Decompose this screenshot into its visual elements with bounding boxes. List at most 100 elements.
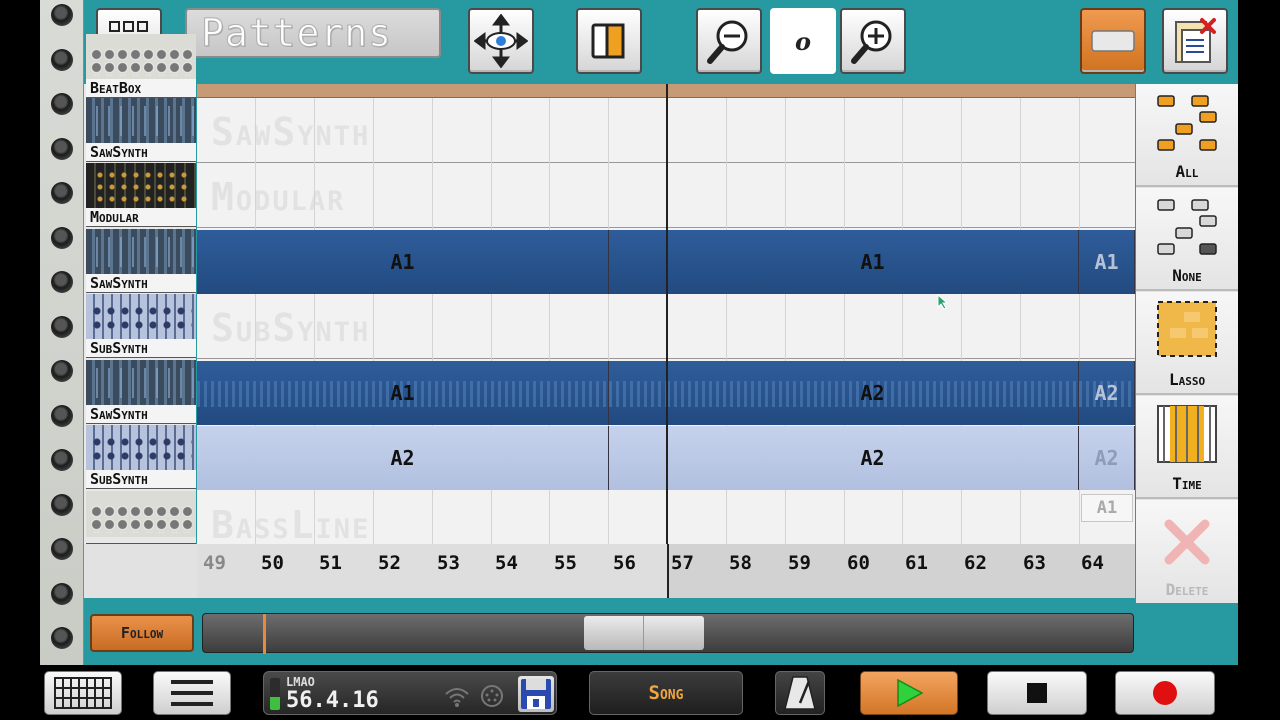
track-label: SawSynth: [86, 274, 196, 292]
move-view-button[interactable]: [468, 8, 534, 74]
sequencer-frame: Patterns o BeatBox SawSynth Modular SawS…: [84, 0, 1238, 665]
binder-ring: [51, 271, 73, 293]
clipboard-button[interactable]: [1162, 8, 1228, 74]
binder-strip: [40, 0, 84, 665]
mouse-cursor-icon: [937, 294, 949, 310]
record-button[interactable]: [1115, 671, 1215, 715]
bar-ruler[interactable]: 49 50 51 52 53 54 55 56 57 58 59 60 61 6…: [197, 544, 1135, 598]
bar-number: 51: [319, 552, 342, 574]
ruler-spacer: [84, 544, 197, 598]
clip-a2[interactable]: A2: [197, 426, 609, 490]
binder-ring: [51, 182, 73, 204]
bar-number: 52: [378, 552, 401, 574]
menu-button[interactable]: [153, 671, 231, 715]
binder-ring: [51, 226, 73, 249]
track-header-sawsynth-2[interactable]: SawSynth: [86, 229, 196, 293]
clip-label: A2: [860, 446, 885, 470]
track-label: Modular: [86, 208, 196, 226]
clip-a2[interactable]: A2: [1079, 426, 1135, 490]
stop-button[interactable]: [987, 671, 1087, 715]
tool-label: Time: [1172, 474, 1202, 493]
page-title: Patterns: [185, 8, 441, 58]
clip-label: A1: [390, 250, 415, 274]
clip-label: A2: [860, 381, 885, 405]
clip-a1[interactable]: A1: [1079, 230, 1135, 294]
scroll-thumb[interactable]: [584, 616, 704, 650]
clip-a1-tail[interactable]: [609, 230, 667, 294]
bar-number: 60: [847, 552, 870, 574]
binder-ring: [51, 582, 73, 605]
play-icon: [897, 678, 924, 708]
lane-watermark: Modular: [211, 175, 346, 219]
zoom-in-button[interactable]: [840, 8, 906, 74]
time-tool[interactable]: Time: [1136, 396, 1238, 499]
clip-a2[interactable]: A2: [667, 361, 1079, 425]
bar-number: 63: [1023, 552, 1046, 574]
tool-label: Delete: [1165, 580, 1209, 599]
clip-label: A2: [1094, 381, 1119, 405]
clip-a1[interactable]: A1: [197, 361, 609, 425]
clip-view-button[interactable]: [576, 8, 642, 74]
hamburger-icon: [171, 680, 213, 706]
track-header-bassline[interactable]: [86, 491, 196, 544]
device-thumbnail: [86, 425, 196, 471]
clip-label: A1: [1096, 498, 1118, 518]
tool-label: None: [1172, 266, 1202, 285]
binder-ring: [51, 493, 73, 516]
select-none-icon: [1157, 199, 1217, 255]
project-name: LMAO: [286, 675, 315, 689]
track-header-subsynth-1[interactable]: SubSynth: [86, 294, 196, 358]
metronome-button[interactable]: [775, 671, 825, 715]
follow-button[interactable]: Follow: [90, 614, 194, 652]
bar-number: 61: [905, 552, 928, 574]
midi-icon: [481, 685, 503, 707]
delete-tool[interactable]: Delete: [1136, 500, 1238, 603]
zoom-in-icon: [851, 20, 892, 64]
clip-label: A2: [1094, 446, 1119, 470]
clip-a2-tail[interactable]: [609, 426, 667, 490]
clip-a2[interactable]: A2: [667, 426, 1079, 490]
track-list: BeatBox SawSynth Modular SawSynth SubSyn…: [84, 34, 196, 544]
save-button[interactable]: [518, 676, 554, 712]
song-scrollbar[interactable]: [202, 613, 1134, 654]
song-mode-button[interactable]: Song: [589, 671, 743, 715]
clip-a2[interactable]: A2: [1079, 361, 1135, 425]
toggle-panel-button[interactable]: [1080, 8, 1146, 74]
lane-watermark: SawSynth: [211, 110, 371, 154]
track-label: SubSynth: [86, 470, 196, 488]
binder-ring: [51, 449, 73, 471]
move-eye-icon: [474, 14, 528, 68]
tool-label: All: [1175, 162, 1199, 181]
play-button[interactable]: [860, 671, 958, 715]
clip-a1[interactable]: A1: [1081, 494, 1133, 522]
bar-number: 50: [261, 552, 284, 574]
binder-ring: [51, 627, 73, 649]
keyboard-button[interactable]: [44, 671, 122, 715]
track-header-beatbox[interactable]: BeatBox: [86, 34, 196, 98]
track-header-sawsynth-3[interactable]: SawSynth: [86, 360, 196, 424]
select-all-icon: [1157, 95, 1217, 151]
clipboard-delete-icon: [1175, 18, 1216, 63]
track-header-sawsynth-1[interactable]: SawSynth: [86, 98, 196, 162]
lane-watermark: SubSynth: [211, 306, 371, 350]
zoom-out-button[interactable]: [696, 8, 762, 74]
device-thumbnail: [86, 229, 196, 275]
clip-a1-tail[interactable]: [609, 361, 667, 425]
bar-number: 64: [1081, 552, 1104, 574]
clip-label: A1: [860, 250, 885, 274]
clip-a1[interactable]: A1: [197, 230, 609, 294]
song-position: 56.4.16: [286, 688, 379, 713]
clip-a1[interactable]: A1: [667, 230, 1079, 294]
track-header-subsynth-2[interactable]: SubSynth: [86, 425, 196, 489]
pattern-grid[interactable]: SawSynth Modular SubSynth BassLine A1 A1…: [197, 84, 1135, 544]
bar-number: 49: [203, 552, 226, 574]
binder-ring: [51, 538, 73, 560]
select-none-tool[interactable]: None: [1136, 188, 1238, 291]
select-all-tool[interactable]: All: [1136, 84, 1238, 187]
track-label: SubSynth: [86, 339, 196, 357]
bar-divider: [666, 84, 668, 544]
track-header-modular[interactable]: Modular: [86, 163, 196, 227]
binder-ring: [51, 4, 73, 26]
lasso-tool[interactable]: Lasso: [1136, 292, 1238, 395]
bar-number: 55: [554, 552, 577, 574]
